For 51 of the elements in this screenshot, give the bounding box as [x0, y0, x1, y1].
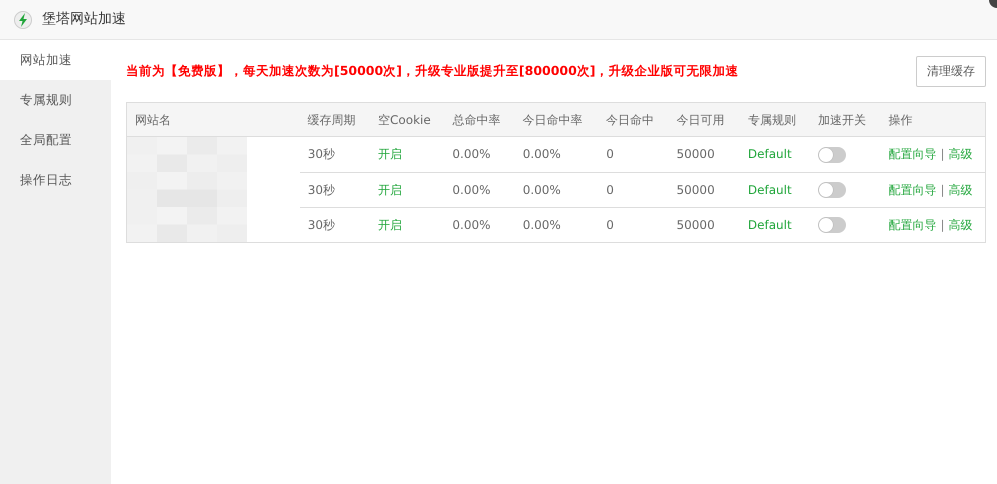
action-link[interactable]: 配置向导	[888, 218, 936, 232]
table-cell: 0	[598, 172, 669, 207]
column-header: 空Cookie	[370, 102, 444, 136]
window-title: 堡塔网站加速	[42, 10, 126, 29]
separator: |	[940, 182, 944, 196]
action-link[interactable]: 配置向导	[888, 182, 936, 196]
table-cell: 0.00%	[444, 136, 515, 172]
table-cell: 30秒	[300, 172, 370, 207]
table-cell: 0	[598, 136, 669, 172]
table-cell: 0	[598, 207, 669, 242]
clear-cache-button[interactable]: 清理缓存	[916, 56, 986, 86]
table-cell: 30秒	[300, 207, 370, 242]
sidebar-tab[interactable]: 网站加速	[0, 40, 111, 80]
table-cell: 开启	[370, 172, 444, 207]
action-link[interactable]: 高级	[948, 182, 972, 196]
table-cell: 50000	[668, 172, 740, 207]
column-header: 今日可用	[668, 102, 740, 136]
toggle-switch[interactable]	[818, 182, 846, 198]
table-cell: 开启	[370, 207, 444, 242]
column-header: 专属规则	[740, 102, 810, 136]
separator: |	[940, 147, 944, 162]
table-cell: 0.00%	[444, 172, 515, 207]
table-cell: Default	[740, 207, 810, 242]
table-cell: 0.00%	[514, 207, 598, 242]
table-cell: Default	[740, 136, 810, 172]
toggle-switch[interactable]	[818, 146, 846, 163]
column-header: 操作	[880, 102, 986, 136]
table-cell: 0.00%	[514, 136, 598, 172]
table-cell: 50000	[668, 207, 740, 242]
action-link[interactable]: 高级	[948, 218, 972, 232]
action-link[interactable]: 高级	[948, 147, 972, 162]
separator: |	[940, 218, 944, 232]
column-header: 加速开关	[810, 102, 880, 136]
table-cell: Default	[740, 172, 810, 207]
upgrade-notice: 当前为【免费版】，每天加速次数为[50000次]，升级专业版提升至[800000次]，升级企业版可无限加速	[126, 62, 739, 80]
table-cell: 开启	[370, 136, 444, 172]
table-cell: 0.00%	[514, 172, 598, 207]
column-header: 今日命中	[598, 102, 669, 136]
column-header: 总命中率	[444, 102, 515, 136]
sidebar-tab[interactable]: 专属规则	[0, 80, 111, 120]
column-header: 网站名	[126, 102, 300, 136]
sidebar-tab[interactable]: 操作日志	[0, 160, 111, 200]
column-header: 今日命中率	[514, 102, 598, 136]
action-link[interactable]: 配置向导	[888, 147, 936, 162]
lightning-logo-icon	[14, 10, 32, 28]
table-cell: 50000	[668, 136, 740, 172]
table-cell: 30秒	[300, 136, 370, 172]
column-header: 缓存周期	[300, 102, 370, 136]
table-cell: 0.00%	[444, 207, 515, 242]
sidebar-tab[interactable]: 全局配置	[0, 120, 111, 160]
toggle-switch[interactable]	[818, 217, 846, 234]
